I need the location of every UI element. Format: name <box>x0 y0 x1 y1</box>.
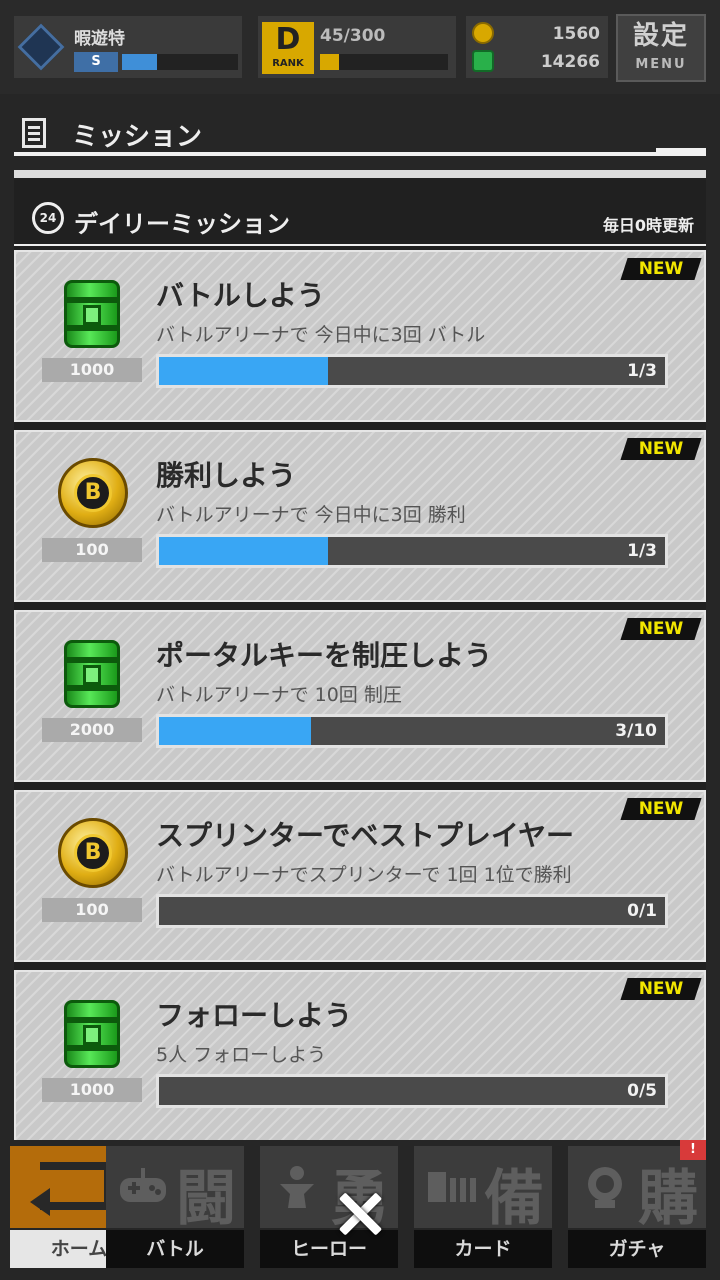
mission-description: 5人 フォローしよう <box>156 1044 327 1066</box>
rank-progress-fill <box>320 54 340 70</box>
mission-progress-fill <box>159 717 311 745</box>
mission-description: バトルアリーナで 今日中に3回 バトル <box>156 324 486 346</box>
mission-progress-fill <box>159 537 328 565</box>
hero-figure-icon <box>280 1166 314 1208</box>
clock-24-icon: 24 <box>32 202 64 234</box>
nav-battle[interactable]: 闘 バトル <box>102 1146 248 1270</box>
gold-coin-icon: B <box>58 818 128 888</box>
new-badge: NEW <box>620 618 702 640</box>
mission-progress-text: 0/5 <box>627 1081 657 1101</box>
mission-panel: ミッション 24 デイリーミッション 毎日0時更新 NEW 1000 バトルしよ… <box>0 94 720 1142</box>
mission-title: フォローしよう <box>156 999 353 1032</box>
mission-progress-text: 0/1 <box>627 901 657 921</box>
coin-icon <box>472 22 494 44</box>
gem-icon <box>472 50 494 72</box>
header-divider-accent <box>656 148 706 156</box>
reward-quantity: 1000 <box>42 358 142 382</box>
gacha-kanji: 購 <box>638 1164 698 1234</box>
gamepad-icon <box>120 1168 166 1202</box>
mission-progress-text: 3/10 <box>615 721 657 741</box>
nav-gacha-label: ガチャ <box>568 1230 706 1268</box>
close-button[interactable] <box>332 1186 388 1242</box>
document-icon <box>22 118 46 148</box>
nav-gacha[interactable]: 購 ガチャ <box>564 1146 710 1270</box>
gold-coin-icon: B <box>58 458 128 528</box>
rank-label: RANK <box>272 58 304 69</box>
nav-card[interactable]: 備 カード <box>410 1146 556 1270</box>
mission-description: バトルアリーナでスプリンターで 1回 1位で勝利 <box>156 864 572 886</box>
cards-icon <box>428 1172 476 1202</box>
return-arrow-head <box>30 1188 50 1216</box>
player-emblem-icon <box>17 23 65 71</box>
battle-kanji: 闘 <box>176 1164 236 1234</box>
rank-letter: D <box>275 22 301 57</box>
new-badge: NEW <box>620 438 702 460</box>
nav-battle-label: バトル <box>106 1230 244 1268</box>
green-can-icon <box>64 1000 120 1068</box>
player-badge: S <box>74 52 118 72</box>
nav-card-label: カード <box>414 1230 552 1268</box>
player-name: 暇遊特 <box>74 29 125 49</box>
rank-progress-bar <box>320 54 448 70</box>
player-progress-bar <box>122 54 238 70</box>
panel-title: ミッション <box>72 122 203 152</box>
gacha-alert-badge: ! <box>680 1140 706 1160</box>
rank-exp: 45/300 <box>320 26 386 46</box>
new-badge: NEW <box>620 798 702 820</box>
mission-progress-text: 1/3 <box>627 541 657 561</box>
coin-count: 1560 <box>552 24 600 44</box>
section-header: 24 デイリーミッション 毎日0時更新 <box>14 198 706 246</box>
card-tab-art: 備 <box>414 1146 552 1234</box>
mission-card[interactable]: NEW 1000 フォローしよう 5人 フォローしよう 0/5 <box>14 970 706 1142</box>
reward-quantity: 100 <box>42 898 142 922</box>
mission-title: スプリンターでベストプレイヤー <box>156 819 575 852</box>
mission-card[interactable]: NEW 2000 ポータルキーを制圧しよう バトルアリーナで 10回 制圧 3/… <box>14 610 706 782</box>
mission-title: ポータルキーを制圧しよう <box>156 639 493 672</box>
mission-card[interactable]: NEW B 100 勝利しよう バトルアリーナで 今日中に3回 勝利 1/3 <box>14 430 706 602</box>
reset-note: 毎日0時更新 <box>602 216 694 235</box>
mission-progress-bar: 1/3 <box>156 534 668 568</box>
menu-label-jp: 設定 <box>632 21 689 51</box>
mission-progress-bar: 1/3 <box>156 354 668 388</box>
mission-progress-fill <box>159 357 328 385</box>
mission-list[interactable]: 24 デイリーミッション 毎日0時更新 NEW 1000 バトルしよう バトルア… <box>14 170 706 1142</box>
mission-description: バトルアリーナで 今日中に3回 勝利 <box>156 504 466 526</box>
rank-emblem-icon: D RANK <box>262 22 314 74</box>
new-badge: NEW <box>620 978 702 1000</box>
mission-progress-bar: 0/1 <box>156 894 668 928</box>
player-info[interactable]: 暇遊特 S <box>14 16 242 78</box>
mission-card[interactable]: NEW 1000 バトルしよう バトルアリーナで 今日中に3回 バトル 1/3 <box>14 250 706 422</box>
rank-info[interactable]: D RANK 45/300 <box>258 16 456 78</box>
green-can-icon <box>64 640 120 708</box>
mission-card[interactable]: NEW B 100 スプリンターでベストプレイヤー バトルアリーナでスプリンター… <box>14 790 706 962</box>
mission-title: バトルしよう <box>156 279 325 312</box>
player-progress-fill <box>122 54 157 70</box>
gacha-machine-icon <box>588 1167 622 1208</box>
mission-progress-bar: 3/10 <box>156 714 668 748</box>
card-kanji: 備 <box>484 1164 544 1234</box>
mission-progress-bar: 0/5 <box>156 1074 668 1108</box>
menu-label-en: MENU <box>635 57 687 72</box>
menu-button[interactable]: 設定 MENU <box>616 14 706 82</box>
reward-quantity: 1000 <box>42 1078 142 1102</box>
new-badge: NEW <box>620 258 702 280</box>
header-divider <box>14 152 706 156</box>
reward-quantity: 2000 <box>42 718 142 742</box>
status-bar: 暇遊特 S D RANK 45/300 1560 14266 設定 MENU <box>0 0 720 94</box>
green-can-icon <box>64 280 120 348</box>
mission-title: 勝利しよう <box>156 459 297 492</box>
reward-quantity: 100 <box>42 538 142 562</box>
battle-tab-art: 闘 <box>106 1146 244 1234</box>
mission-description: バトルアリーナで 10回 制圧 <box>156 684 402 706</box>
currency-info[interactable]: 1560 14266 <box>466 16 608 78</box>
mission-progress-text: 1/3 <box>627 361 657 381</box>
gem-count: 14266 <box>540 52 600 72</box>
section-title: デイリーミッション <box>74 210 290 238</box>
